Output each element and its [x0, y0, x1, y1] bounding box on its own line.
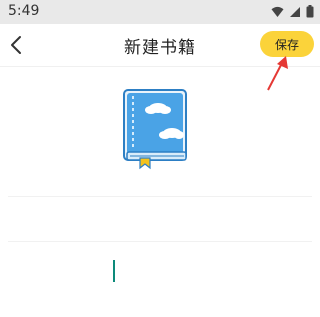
wifi-icon [271, 6, 284, 17]
status-time: 5:49 [8, 3, 40, 19]
annotation-arrow-icon [267, 56, 288, 91]
status-bar: 5:49 [0, 0, 320, 24]
divider [8, 241, 312, 242]
book-description-field[interactable] [8, 243, 312, 313]
text-cursor [113, 260, 115, 282]
signal-icon [290, 6, 300, 17]
divider [8, 196, 312, 197]
book-name-input[interactable] [8, 200, 316, 242]
book-cover-icon[interactable] [122, 88, 192, 170]
battery-icon [306, 5, 314, 18]
status-icons [271, 5, 314, 18]
